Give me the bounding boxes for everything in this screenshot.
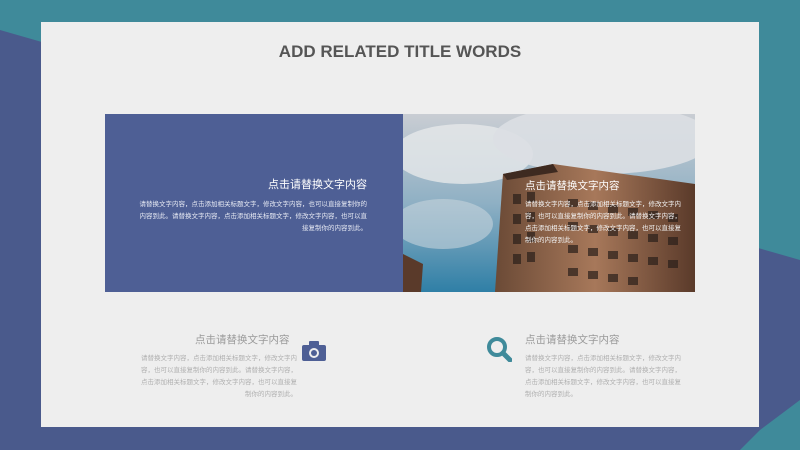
camera-icon [302,341,326,361]
search-icon [487,337,512,362]
building-photo: 点击请替换文字内容 请替换文字内容，点击添加相关标题文字，修改文字内容，也可以直… [403,114,695,292]
feature-body-1: 请替换文字内容，点击添加相关标题文字，修改文字内容，也可以直接复制你的内容到此。… [141,354,297,398]
photo-heading: 点击请替换文字内容 [525,180,620,192]
panel-body: 请替换文字内容，点击添加相关标题文字，修改文字内容，也可以直接复制你的内容到此。… [139,200,368,232]
slide-title: ADD RELATED TITLE WORDS [278,42,522,61]
feature-body-2: 请替换文字内容，点击添加相关标题文字，修改文字内容，也可以直接复制你的内容到此。… [525,354,681,398]
panel-heading: 点击请替换文字内容 [268,178,367,191]
feature-heading-1: 点击请替换文字内容 [195,334,290,346]
text-panel: 点击请替换文字内容 请替换文字内容，点击添加相关标题文字，修改文字内容，也可以直… [105,114,403,292]
slide-canvas: ADD RELATED TITLE WORDS 点击请替换文字内容 请替换文字内… [41,22,759,427]
photo-body: 请替换文字内容，点击添加相关标题文字，修改文字内容，也可以直接复制你的内容到此。… [525,200,681,244]
feature-heading-2: 点击请替换文字内容 [525,334,620,346]
